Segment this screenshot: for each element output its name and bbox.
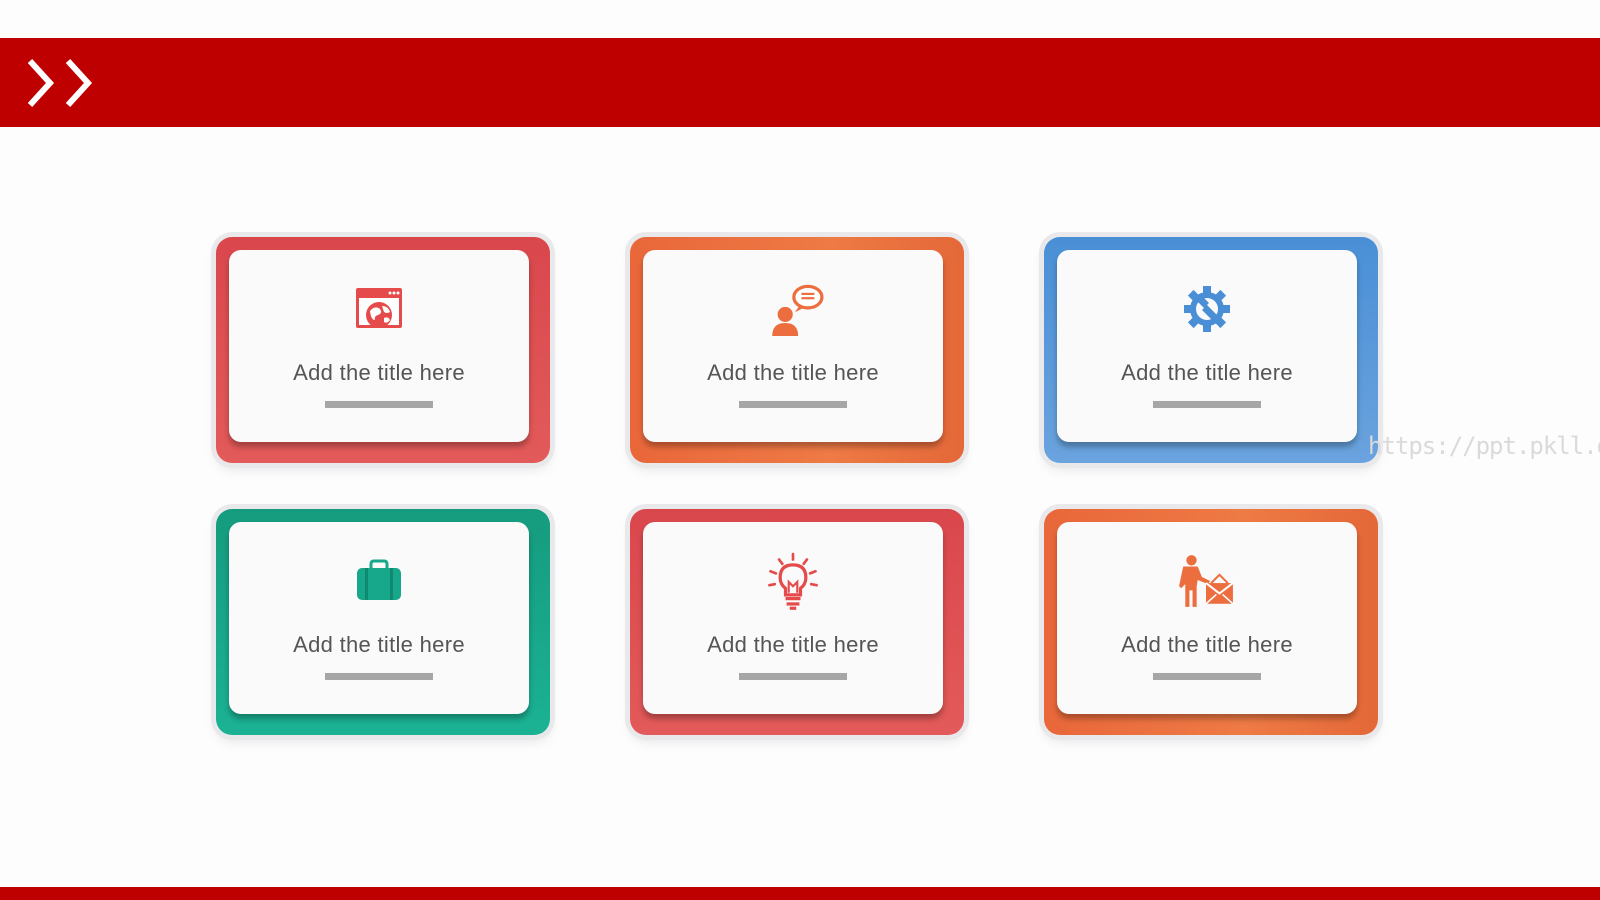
card-placeholder-bar <box>739 673 847 680</box>
person-speech-bubble-icon <box>772 284 824 336</box>
card-4[interactable]: Add the title here <box>216 509 550 735</box>
web-browser-globe-icon <box>356 288 402 328</box>
card-title: Add the title here <box>707 360 879 385</box>
card-5-panel: Add the title here <box>643 522 943 714</box>
card-placeholder-bar <box>325 673 433 680</box>
card-title: Add the title here <box>707 632 879 657</box>
card-1[interactable]: Add the title here <box>216 237 550 463</box>
card-4-panel: Add the title here <box>229 522 529 714</box>
lightbulb-icon <box>768 552 818 610</box>
footer-rule <box>0 887 1600 900</box>
card-placeholder-bar <box>325 401 433 408</box>
card-2[interactable]: Add the title here <box>630 237 964 463</box>
card-placeholder-bar <box>1153 401 1261 408</box>
header-banner <box>0 38 1600 127</box>
watermark: https://ppt.pkll.de <box>1368 432 1600 460</box>
card-title: Add the title here <box>1121 632 1293 657</box>
card-6-panel: Add the title here <box>1057 522 1357 714</box>
card-title: Add the title here <box>293 632 465 657</box>
worker-envelope-icon <box>1179 555 1234 607</box>
card-3-panel: Add the title here <box>1057 250 1357 442</box>
card-5[interactable]: Add the title here <box>630 509 964 735</box>
card-placeholder-bar <box>1153 673 1261 680</box>
double-chevron-right-icon <box>27 58 93 108</box>
card-1-panel: Add the title here <box>229 250 529 442</box>
briefcase-icon <box>357 559 401 600</box>
card-2-panel: Add the title here <box>643 250 943 442</box>
card-6[interactable]: Add the title here <box>1044 509 1378 735</box>
card-placeholder-bar <box>739 401 847 408</box>
card-3[interactable]: Add the title here <box>1044 237 1378 463</box>
card-title: Add the title here <box>1121 360 1293 385</box>
gear-wrench-icon <box>1184 286 1230 332</box>
card-title: Add the title here <box>293 360 465 385</box>
